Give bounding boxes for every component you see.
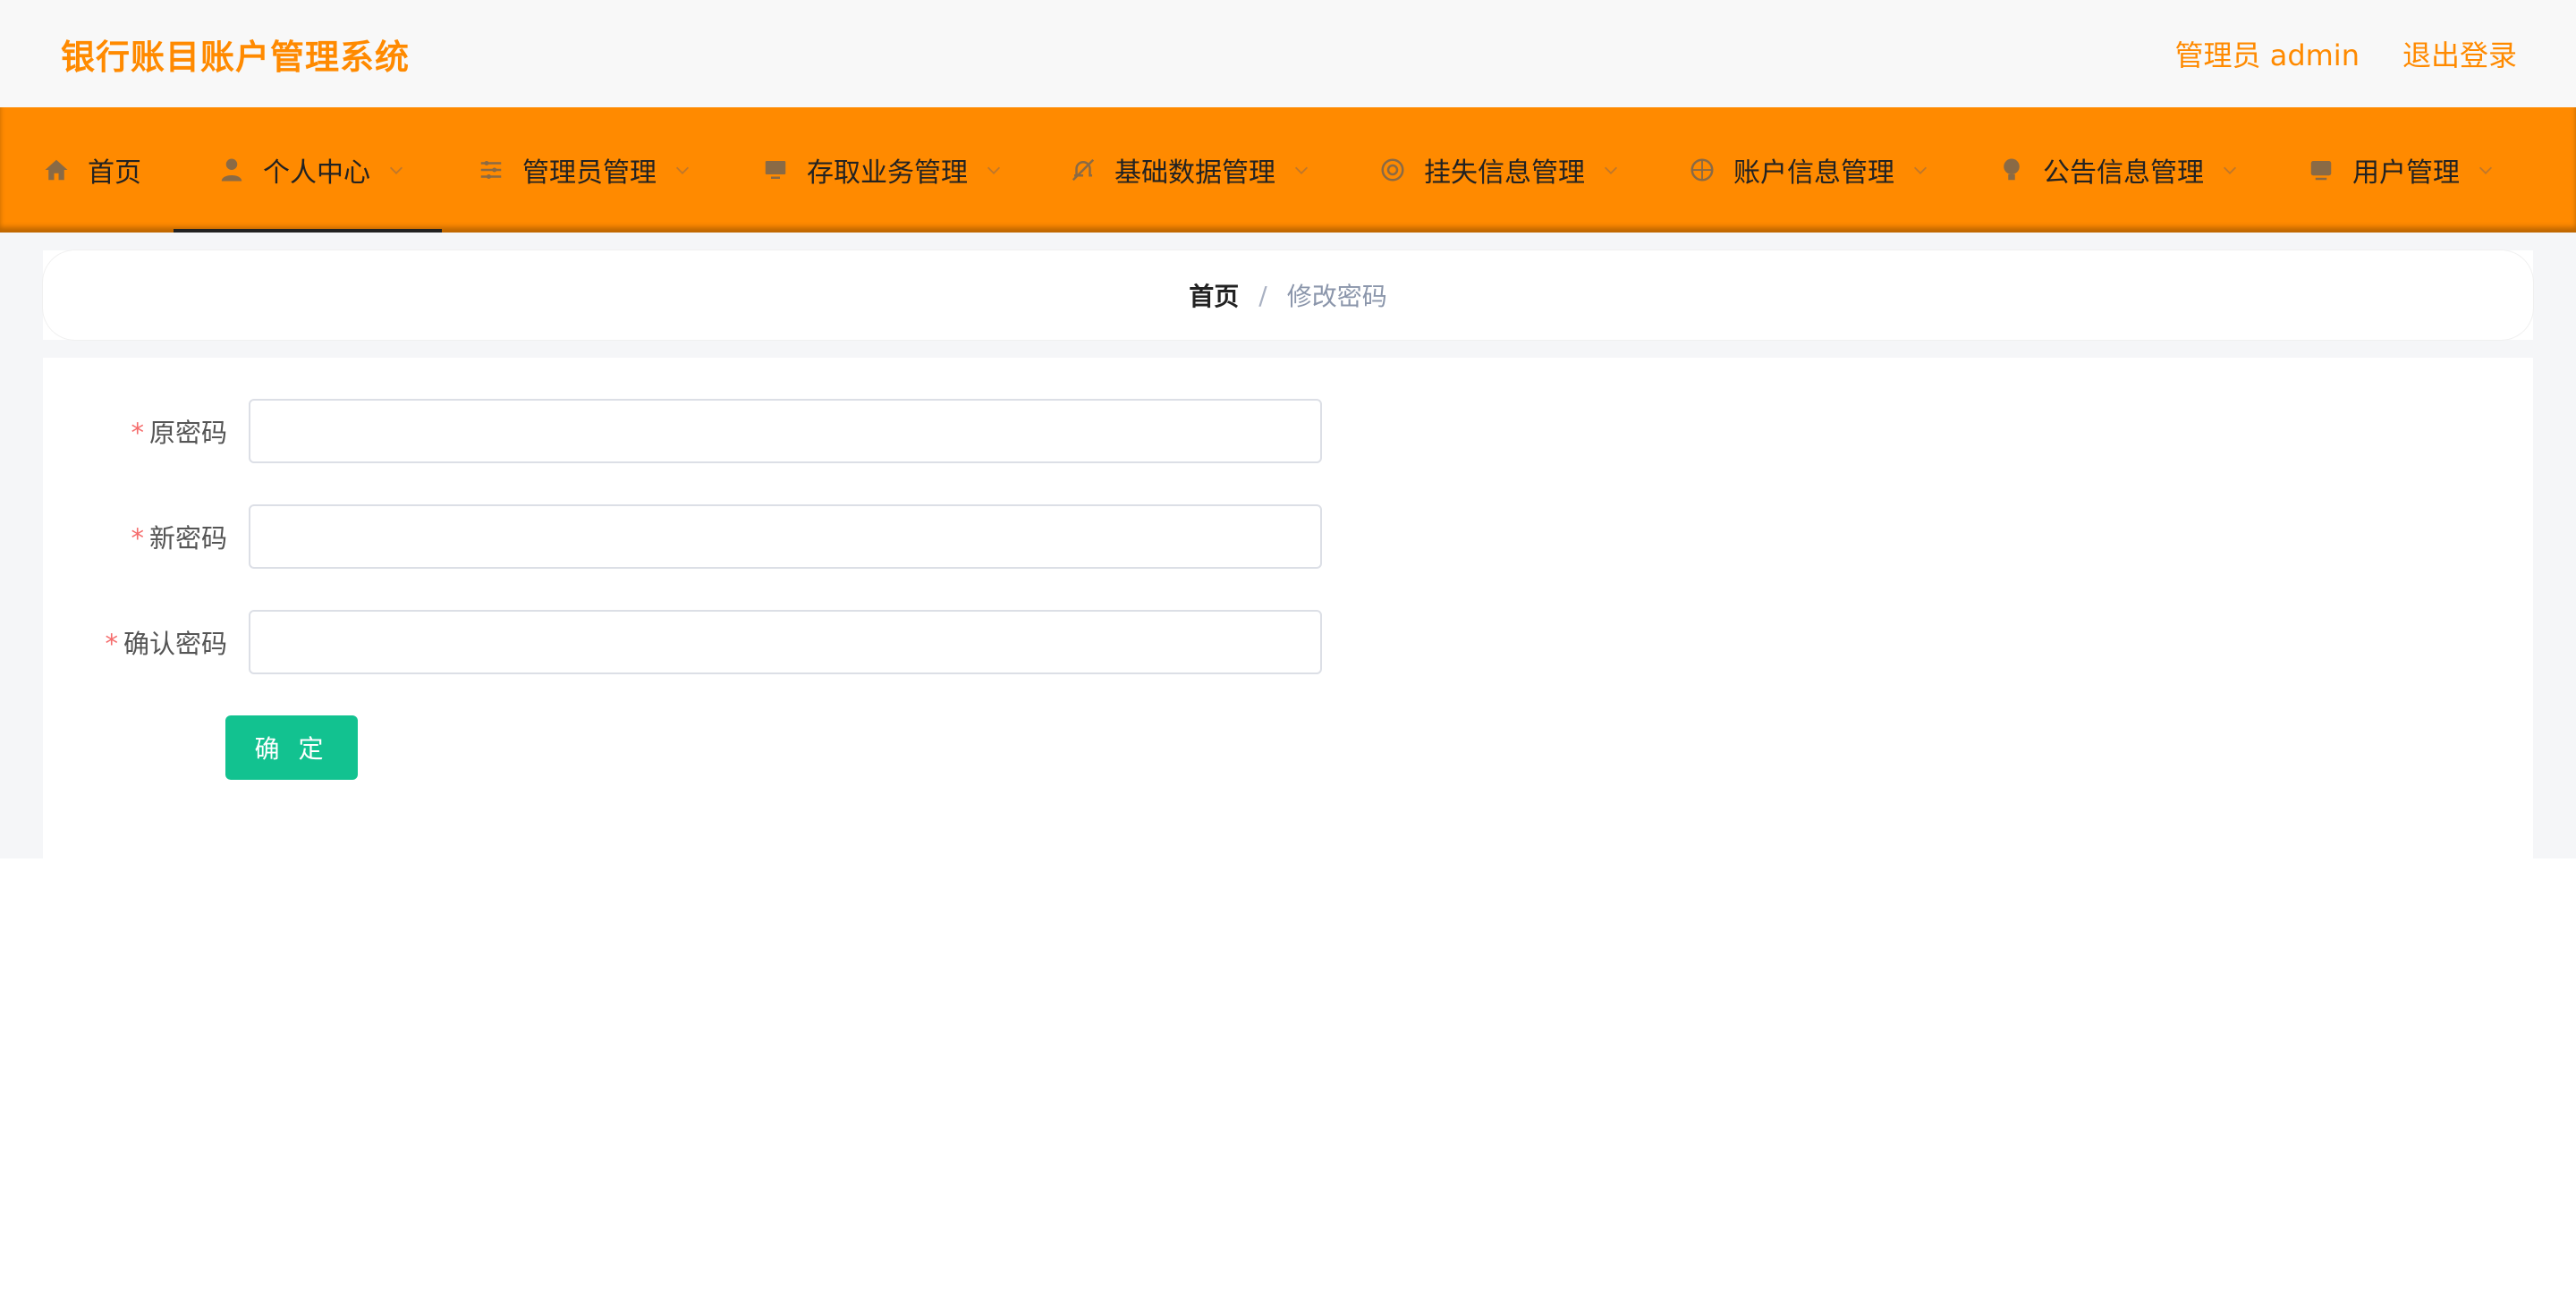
nav-item-label: 基础数据管理 — [1114, 157, 1275, 189]
required-mark: * — [105, 629, 118, 659]
chevron-down-icon — [675, 166, 690, 174]
compass-icon — [1689, 156, 1716, 183]
chevron-down-icon — [987, 166, 1001, 174]
logout-link[interactable]: 退出登录 — [2402, 33, 2517, 74]
required-mark: * — [131, 523, 144, 554]
new-password-input[interactable] — [249, 504, 1322, 569]
top-header: 银行账目账户管理系统 管理员 admin 退出登录 — [0, 0, 2576, 107]
new-password-label: * 新密码 — [131, 523, 227, 554]
breadcrumb-current: 修改密码 — [1286, 282, 1387, 311]
chevron-down-icon — [2223, 166, 2237, 174]
nav-item-label: 公告信息管理 — [2043, 157, 2204, 189]
page-background — [2533, 233, 2576, 858]
old-password-label: * 原密码 — [131, 418, 227, 448]
new-password-row: * 新密码 — [43, 504, 1322, 569]
required-mark: * — [131, 418, 144, 448]
page-background — [0, 340, 2576, 358]
chevron-down-icon — [1604, 166, 1618, 174]
nav-item-personal-center[interactable]: 个人中心 — [174, 107, 442, 233]
nav-item-admin-management[interactable]: 管理员管理 — [478, 107, 692, 233]
screen-icon — [2308, 156, 2334, 183]
nav-item-user-management[interactable]: 用户管理 — [2308, 107, 2496, 233]
nav-item-label: 首页 — [88, 157, 141, 189]
confirm-button[interactable]: 确 定 — [225, 715, 358, 780]
bell-off-icon — [1070, 156, 1097, 183]
nav-item-basic-data-management[interactable]: 基础数据管理 — [1070, 107, 1311, 233]
chevron-down-icon — [389, 166, 403, 174]
page-background — [0, 233, 43, 858]
nav-item-label: 管理员管理 — [522, 157, 657, 189]
breadcrumb-separator: / — [1258, 280, 1267, 310]
nav-item-deposit-management[interactable]: 存取业务管理 — [762, 107, 1004, 233]
breadcrumb: 首页 / 修改密码 — [43, 250, 2533, 340]
nav-item-notice-management[interactable]: 公告信息管理 — [1998, 107, 2240, 233]
nav-item-label: 账户信息管理 — [1733, 157, 1894, 189]
nav-item-account-info-management[interactable]: 账户信息管理 — [1689, 107, 1930, 233]
sliders-icon — [478, 156, 504, 183]
old-password-row: * 原密码 — [43, 399, 1322, 463]
home-icon — [43, 156, 70, 183]
nav-item-loss-report-management[interactable]: 挂失信息管理 — [1379, 107, 1621, 233]
nav-item-label: 存取业务管理 — [807, 157, 968, 189]
nav-item-home[interactable]: 首页 — [43, 107, 141, 233]
nav-item-label: 个人中心 — [263, 157, 370, 189]
change-password-form: * 原密码 * 新密码 * 确认密码 确 定 — [43, 358, 2533, 858]
chevron-down-icon — [1913, 166, 1928, 174]
chevron-down-icon — [2479, 166, 2493, 174]
confirm-password-row: * 确认密码 — [43, 610, 1322, 674]
user-icon — [218, 156, 245, 183]
breadcrumb-home[interactable]: 首页 — [1189, 277, 1239, 313]
confirm-password-input[interactable] — [249, 610, 1322, 674]
page-background — [0, 233, 2576, 250]
header-actions: 管理员 admin 退出登录 — [2175, 33, 2517, 74]
chevron-down-icon — [1294, 166, 1309, 174]
old-password-input[interactable] — [249, 399, 1322, 463]
monitor-icon — [762, 156, 789, 183]
nav-item-label: 用户管理 — [2352, 157, 2460, 189]
current-user-label: 管理员 admin — [2174, 38, 2360, 72]
nav-item-label: 挂失信息管理 — [1424, 157, 1585, 189]
confirm-password-label: * 确认密码 — [105, 629, 227, 659]
bulb-icon — [1998, 156, 2025, 183]
lifebuoy-icon — [1379, 156, 1406, 183]
main-nav: 首页 个人中心 管理员管理 存取业务管理 基础数据管理 挂失信息管理 账户信息管… — [0, 107, 2576, 233]
app-title: 银行账目账户管理系统 — [61, 37, 411, 77]
